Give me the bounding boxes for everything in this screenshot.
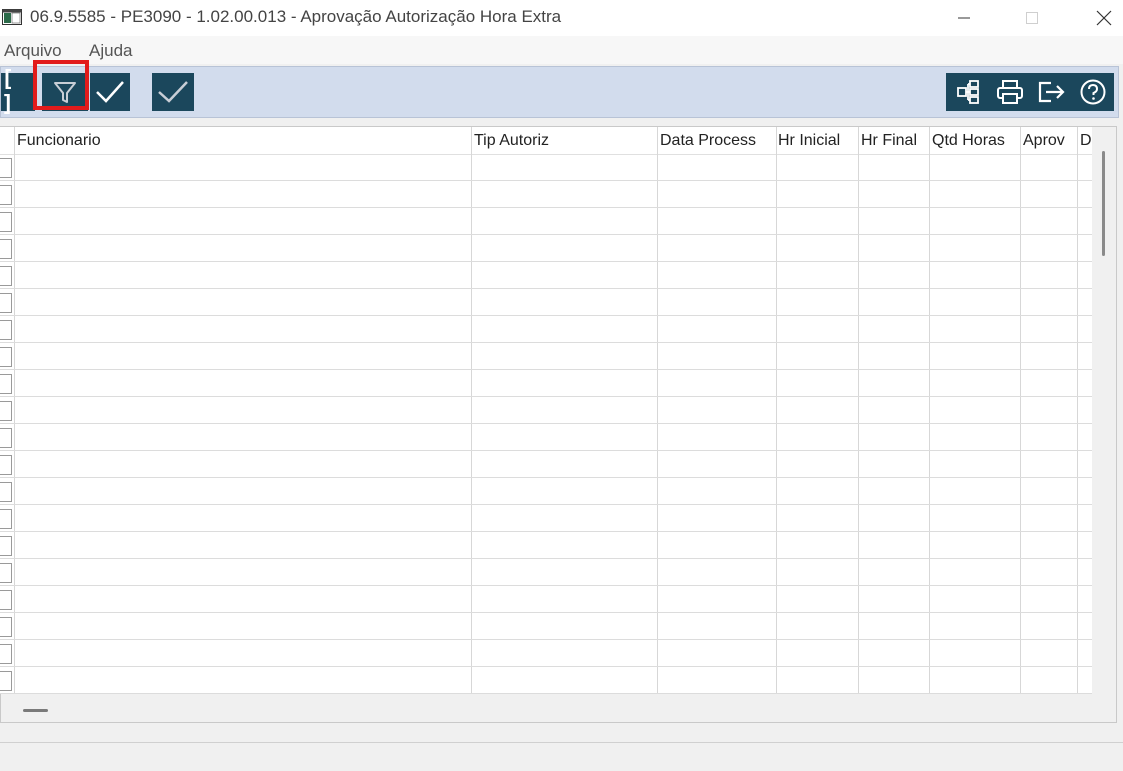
table-row[interactable] [0, 343, 1092, 370]
row-selector[interactable] [0, 266, 12, 286]
table-row[interactable] [0, 586, 1092, 613]
table-row[interactable] [0, 640, 1092, 667]
printer-icon [997, 80, 1023, 104]
minimize-button[interactable] [940, 0, 988, 36]
row-selector[interactable] [0, 644, 12, 664]
toolbar-right-group [946, 73, 1114, 111]
table-row[interactable] [0, 289, 1092, 316]
help-button[interactable] [1073, 73, 1113, 111]
maximize-icon [1026, 12, 1038, 24]
title-bar: 06.9.5585 - PE3090 - 1.02.00.013 - Aprov… [0, 0, 1123, 36]
tree-structure-icon [957, 80, 979, 104]
application-window: 06.9.5585 - PE3090 - 1.02.00.013 - Aprov… [0, 0, 1123, 771]
table-row[interactable] [0, 667, 1092, 694]
table-row[interactable] [0, 262, 1092, 289]
column-header-hr-inicial[interactable]: Hr Inicial [778, 132, 840, 150]
column-header-data-process[interactable]: Data Process [660, 132, 756, 150]
menu-arquivo[interactable]: Arquivo [4, 41, 62, 61]
table-row[interactable] [0, 181, 1092, 208]
row-selector[interactable] [0, 482, 12, 502]
menu-ajuda[interactable]: Ajuda [89, 41, 132, 61]
table-row[interactable] [0, 370, 1092, 397]
toolbar: [ ] [0, 66, 1119, 118]
table-row[interactable] [0, 451, 1092, 478]
column-header-tip-autoriz[interactable]: Tip Autoriz [474, 132, 549, 150]
check-icon [158, 81, 188, 103]
table-row[interactable] [0, 613, 1092, 640]
row-selector[interactable] [0, 401, 12, 421]
row-selector[interactable] [0, 185, 12, 205]
row-selector[interactable] [0, 671, 12, 691]
data-grid[interactable]: Funcionario Tip Autoriz Data Process Hr … [0, 127, 1092, 694]
status-bar [0, 742, 1123, 771]
app-window-icon [2, 9, 22, 25]
menu-bar: Arquivo Ajuda [0, 36, 1123, 64]
row-selector[interactable] [0, 536, 12, 556]
table-row[interactable] [0, 316, 1092, 343]
table-row[interactable] [0, 154, 1092, 181]
filter-button[interactable] [42, 73, 88, 111]
row-selector[interactable] [0, 374, 12, 394]
row-selector[interactable] [0, 563, 12, 583]
close-icon [1096, 10, 1112, 26]
confirm-button[interactable] [152, 73, 194, 111]
row-selector[interactable] [0, 293, 12, 313]
column-header-funcionario[interactable]: Funcionario [17, 132, 101, 150]
row-selector[interactable] [0, 617, 12, 637]
table-row[interactable] [0, 424, 1092, 451]
row-selector[interactable] [0, 320, 12, 340]
table-row[interactable] [0, 235, 1092, 262]
maximize-button[interactable] [1008, 0, 1056, 36]
table-row[interactable] [0, 478, 1092, 505]
exit-icon [1038, 81, 1065, 103]
table-row[interactable] [0, 208, 1092, 235]
window-title: 06.9.5585 - PE3090 - 1.02.00.013 - Aprov… [30, 7, 562, 26]
column-header-hr-final[interactable]: Hr Final [861, 132, 917, 150]
table-row[interactable] [0, 559, 1092, 586]
filter-icon [54, 82, 76, 103]
bracket-icon: [ ] [1, 67, 17, 117]
table-row[interactable] [0, 532, 1092, 559]
check-icon [96, 81, 124, 103]
structure-button[interactable] [948, 73, 988, 111]
print-button[interactable] [990, 73, 1030, 111]
row-selector[interactable] [0, 239, 12, 259]
help-icon [1080, 79, 1106, 105]
table-row[interactable] [0, 505, 1092, 532]
horizontal-scroll-thumb[interactable] [23, 709, 48, 712]
row-selector[interactable] [0, 590, 12, 610]
select-all-button[interactable]: [ ] [1, 67, 35, 117]
row-selector[interactable] [0, 509, 12, 529]
minimize-icon [958, 17, 970, 19]
row-selector[interactable] [0, 347, 12, 367]
approve-button[interactable] [90, 73, 130, 111]
column-header-d[interactable]: D [1080, 132, 1092, 150]
column-header-aprov[interactable]: Aprov [1023, 132, 1065, 150]
close-button[interactable] [1080, 0, 1123, 36]
table-row[interactable] [0, 397, 1092, 424]
row-selector[interactable] [0, 212, 12, 232]
column-header-qtd-horas[interactable]: Qtd Horas [932, 132, 1005, 150]
vertical-scroll-thumb[interactable] [1102, 151, 1105, 256]
row-selector[interactable] [0, 455, 12, 475]
row-selector[interactable] [0, 158, 12, 178]
vertical-scrollbar[interactable] [1095, 127, 1111, 694]
row-selector[interactable] [0, 428, 12, 448]
exit-button[interactable] [1032, 73, 1072, 111]
